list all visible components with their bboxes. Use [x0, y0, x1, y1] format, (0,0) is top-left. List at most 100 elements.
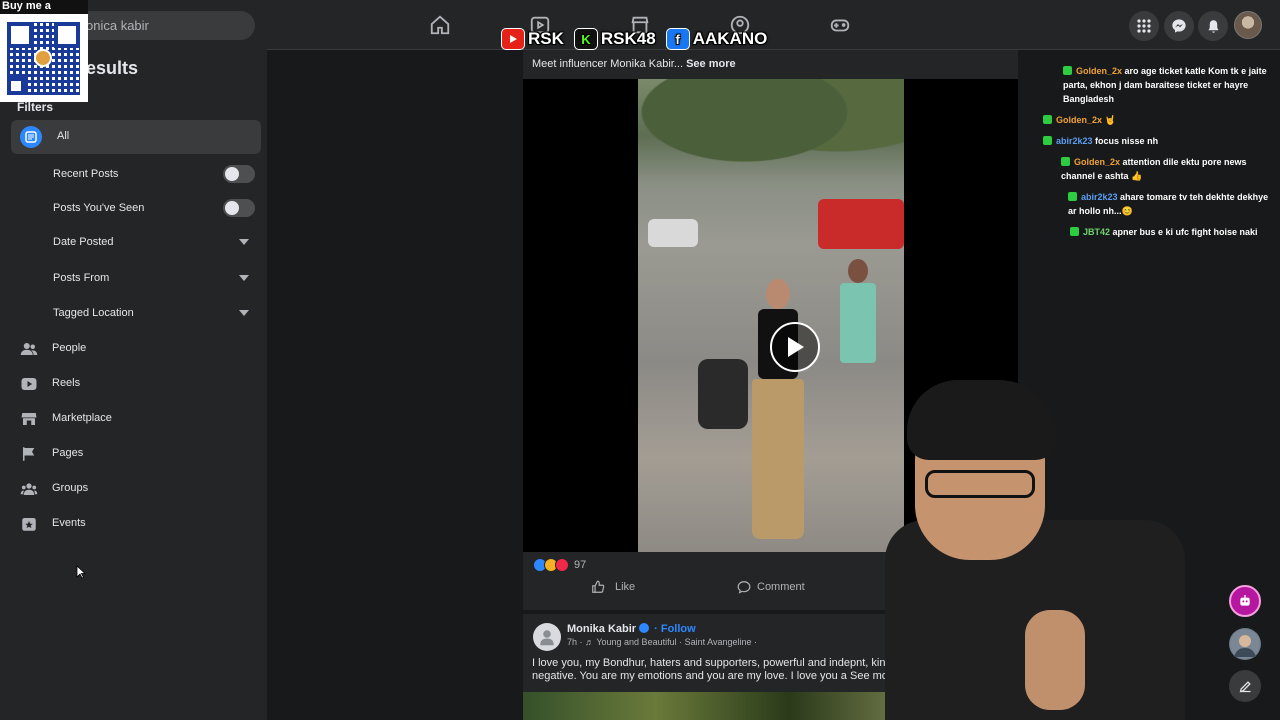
- follow-button[interactable]: · Follow: [654, 623, 696, 635]
- chat-message: Golden_2x aro age ticket katle Kom tk e …: [1063, 64, 1278, 106]
- messenger-button[interactable]: [1164, 11, 1194, 41]
- bell-icon: [1208, 19, 1218, 33]
- kick-icon: [1043, 136, 1052, 145]
- contact-avatar-button[interactable]: [1229, 628, 1261, 660]
- ai-assistant-button[interactable]: [1229, 585, 1261, 617]
- sidebar-item-people[interactable]: People: [20, 338, 250, 360]
- see-more-link[interactable]: See mo: [850, 670, 888, 682]
- kick-icon: K: [573, 28, 598, 50]
- filter-posts-seen: Posts You've Seen: [53, 198, 258, 218]
- facebook-handle: AAKANO: [692, 29, 768, 48]
- sidebar-item-label: Groups: [52, 482, 89, 494]
- chat-username: Golden_2x: [1056, 115, 1103, 125]
- kick-badge: K RSK48: [573, 28, 656, 50]
- contact-avatar-icon: [1230, 629, 1260, 659]
- filters-heading: Filters: [17, 100, 54, 114]
- grid-icon: [1137, 19, 1151, 33]
- events-icon: [22, 518, 36, 531]
- compose-icon: [1239, 680, 1251, 692]
- chat-message: abir2k23 focus nisse nh: [1043, 134, 1273, 148]
- author-name[interactable]: Monika Kabir: [567, 623, 636, 635]
- filter-all-label: All: [57, 130, 70, 142]
- kick-handle: RSK48: [600, 29, 656, 48]
- post-text-line1: I love you, my Bondhur, haters and suppo…: [532, 657, 857, 669]
- posts-seen-toggle[interactable]: [223, 199, 255, 217]
- sidebar-item-label: Events: [52, 517, 86, 529]
- post-text-line1-tail: nt, kin: [856, 657, 886, 669]
- chat-text: 🤘: [1104, 115, 1116, 125]
- new-message-button[interactable]: [1229, 670, 1261, 702]
- angry-reaction-icon: [555, 558, 569, 572]
- sidebar-item-events[interactable]: Events: [20, 513, 250, 535]
- sidebar-item-pages[interactable]: Pages: [20, 443, 250, 465]
- chat-message: Golden_2x attention dile ektu pore news …: [1061, 155, 1275, 183]
- chat-username: JBT42: [1083, 227, 1111, 237]
- recent-posts-toggle[interactable]: [223, 165, 255, 183]
- post-text: I love you, my Bondhur, haters and suppo…: [532, 657, 892, 683]
- chat-message: JBT42 apner bus e ki ufc fight hoise nak…: [1070, 225, 1280, 239]
- post-caption: Meet influencer Monika Kabir... See more: [532, 58, 736, 70]
- filter-tagged-location-label: Tagged Location: [53, 307, 134, 319]
- filter-date-posted[interactable]: Date Posted: [53, 232, 258, 252]
- kick-icon: [1063, 66, 1072, 75]
- chat-username: abir2k23: [1081, 192, 1118, 202]
- kick-icon: [1061, 157, 1070, 166]
- gaming-nav-icon[interactable]: [829, 14, 851, 36]
- all-results-icon: [20, 126, 42, 148]
- post-caption-text: Meet influencer Monika Kabir...: [532, 58, 684, 70]
- sidebar-item-label: Reels: [52, 377, 81, 389]
- notifications-button[interactable]: [1198, 11, 1228, 41]
- reaction-count: 97: [574, 559, 587, 571]
- reels-icon: [21, 378, 37, 390]
- marketplace-icon: [21, 413, 37, 425]
- coffee-title: Buy me a Coffee: [0, 0, 88, 25]
- text-post: Monika Kabir · Follow 7h · ♬ Young and B…: [523, 614, 923, 720]
- filter-date-posted-label: Date Posted: [53, 236, 114, 248]
- menu-grid-button[interactable]: [1129, 11, 1159, 41]
- chat-text: focus nisse nh: [1095, 136, 1159, 146]
- qr-code: [7, 22, 80, 95]
- facebook-badge: f AAKANO: [665, 28, 768, 50]
- chat-message: abir2k23 ahare tomare tv teh dekhte dekh…: [1068, 190, 1278, 218]
- author-avatar[interactable]: [533, 623, 561, 651]
- sidebar-item-reels[interactable]: Reels: [20, 373, 250, 395]
- kick-icon: [1043, 115, 1052, 124]
- home-icon[interactable]: [429, 14, 451, 36]
- comment-label: Comment: [757, 581, 805, 593]
- search-input[interactable]: onica kabir: [60, 11, 255, 40]
- like-button[interactable]: Like: [591, 580, 635, 594]
- mouse-cursor-icon: [76, 565, 86, 579]
- chat-username: Golden_2x: [1076, 66, 1123, 76]
- post-text-line2: negative. You are my emotions and you ar…: [532, 670, 847, 682]
- sidebar-item-label: Pages: [52, 447, 84, 459]
- pages-flag-icon: [23, 447, 35, 461]
- verified-badge-icon: [639, 623, 650, 633]
- play-button[interactable]: [770, 322, 820, 372]
- messenger-icon: [1172, 19, 1186, 33]
- sidebar-item-marketplace[interactable]: Marketplace: [20, 408, 250, 430]
- chat-username: abir2k23: [1056, 136, 1093, 146]
- facebook-icon: f: [665, 28, 690, 50]
- post-image[interactable]: [523, 692, 923, 720]
- sidebar-item-groups[interactable]: Groups: [20, 478, 250, 500]
- groups-icon: [20, 483, 38, 495]
- filter-tagged-location[interactable]: Tagged Location: [53, 303, 258, 323]
- filter-posts-seen-label: Posts You've Seen: [53, 202, 145, 214]
- filter-all[interactable]: All: [11, 120, 261, 154]
- chat-text: apner bus e ki ufc fight hoise naki: [1112, 227, 1258, 237]
- filter-posts-from[interactable]: Posts From: [53, 268, 258, 288]
- reactions-summary[interactable]: 97: [533, 558, 586, 572]
- kick-icon: [1070, 227, 1079, 236]
- streamer-badges: RSK K RSK48 f AAKANO: [501, 27, 767, 51]
- buy-me-coffee-overlay: Buy me a Coffee: [0, 0, 88, 102]
- kick-icon: [1068, 192, 1077, 201]
- chat-message: Golden_2x 🤘: [1043, 113, 1273, 127]
- sidebar-item-label: People: [52, 342, 87, 354]
- video-thumbnail: [638, 79, 904, 552]
- play-icon: [788, 337, 804, 357]
- post-meta: 7h · ♬ Young and Beautiful · Saint Avang…: [567, 637, 757, 647]
- profile-avatar[interactable]: [1234, 11, 1262, 39]
- see-more-link[interactable]: See more: [686, 58, 736, 70]
- comment-button[interactable]: Comment: [737, 580, 805, 594]
- post-author: Monika Kabir · Follow: [567, 623, 696, 635]
